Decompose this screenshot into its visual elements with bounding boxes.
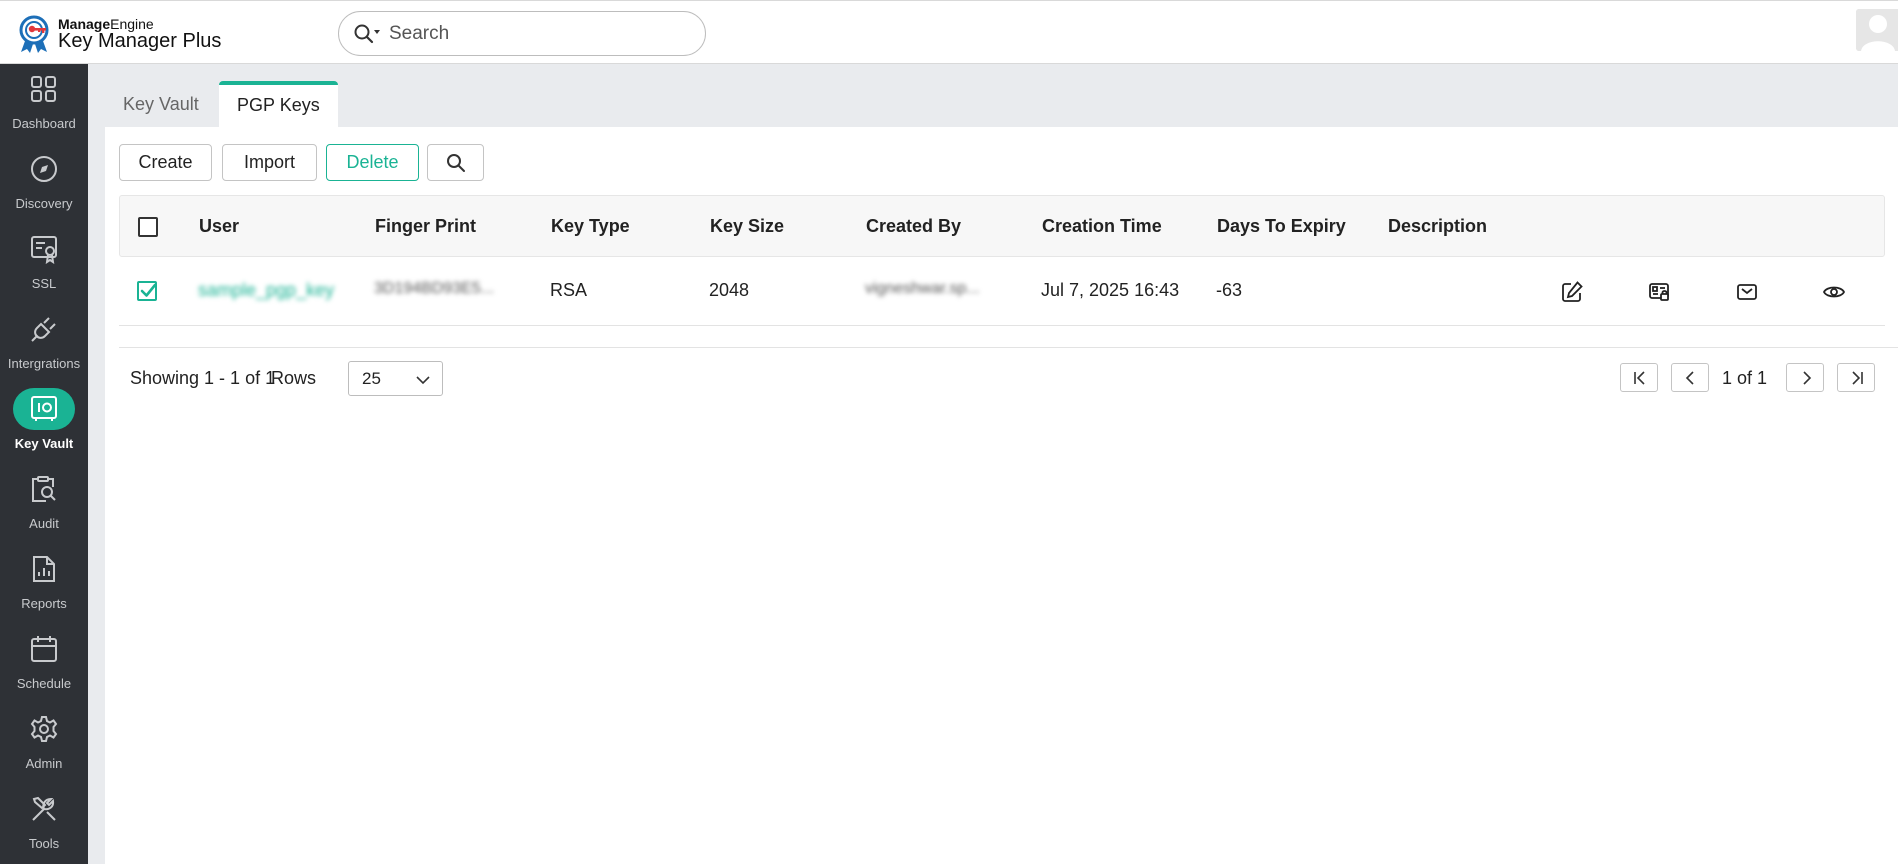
sidebar-item-label: Discovery (15, 196, 73, 211)
sidebar-item-audit[interactable]: Audit (0, 464, 88, 544)
column-header-fingerprint[interactable]: Finger Print (375, 216, 476, 237)
row-days-to-expiry: -63 (1216, 280, 1243, 300)
last-page-button[interactable] (1837, 363, 1875, 392)
key-manager-logo-icon (19, 15, 49, 53)
chevron-right-icon (1803, 371, 1812, 385)
plug-icon (31, 317, 56, 342)
sidebar-item-reports[interactable]: Reports (0, 544, 88, 624)
row-key-size: 2048 (709, 280, 750, 300)
sidebar-item-label: Admin (25, 756, 63, 771)
first-page-icon (1634, 371, 1645, 385)
top-header: ManageEngine Key Manager Plus (0, 0, 1898, 64)
showing-count: Showing 1 - 1 of 1 (130, 368, 276, 388)
previous-page-button[interactable] (1671, 363, 1709, 392)
sidebar-item-key-vault[interactable]: Key Vault (0, 384, 88, 464)
last-page-icon (1852, 371, 1863, 385)
product-name: Key Manager Plus (58, 30, 222, 52)
gear-icon (30, 716, 58, 742)
certificate-icon (31, 236, 57, 264)
row-checkbox[interactable] (137, 281, 157, 301)
calendar-icon (31, 636, 57, 662)
column-header-creation-time[interactable]: Creation Time (1042, 216, 1162, 237)
global-search[interactable] (338, 11, 706, 56)
user-avatar-icon (1856, 9, 1898, 51)
chevron-down-icon (416, 376, 430, 385)
sidebar-item-label: Intergrations (7, 356, 81, 371)
row-created-by: vigneshwar.sp... (865, 280, 980, 297)
tab-key-vault[interactable]: Key Vault (105, 81, 217, 127)
sidebar-item-dashboard[interactable]: Dashboard (0, 64, 88, 144)
column-header-description[interactable]: Description (1388, 216, 1487, 237)
column-header-key-size[interactable]: Key Size (710, 216, 784, 237)
grid-icon (31, 76, 56, 102)
avatar[interactable] (1856, 9, 1898, 51)
column-header-user[interactable]: User (199, 216, 239, 237)
sidebar-item-label: Tools (28, 836, 60, 851)
row-fingerprint: 3D194BD93E5... (374, 280, 495, 297)
row-user-link[interactable]: sample_pgp_key (198, 280, 334, 301)
sidebar-item-integrations[interactable]: Intergrations (0, 304, 88, 384)
search-icon (447, 154, 465, 172)
table-row[interactable]: sample_pgp_key 3D194BD93E5... RSA 2048 v… (119, 258, 1885, 326)
compass-icon (31, 156, 57, 182)
table-footer-divider (119, 347, 1898, 348)
mail-icon[interactable] (1735, 280, 1759, 304)
create-button[interactable]: Create (119, 144, 212, 181)
sidebar-item-ssl[interactable]: SSL (0, 224, 88, 304)
column-header-created-by[interactable]: Created By (866, 216, 961, 237)
row-creation-time: Jul 7, 2025 16:43 (1041, 280, 1180, 300)
sidebar-item-label: SSL (31, 276, 57, 291)
sidebar-item-label: Key Vault (14, 436, 74, 451)
column-header-key-type[interactable]: Key Type (551, 216, 630, 237)
sidebar-item-tools[interactable]: Tools (0, 784, 88, 864)
pgp-keys-panel: Create Import Delete User Finger Print K… (105, 127, 1898, 864)
first-page-button[interactable] (1620, 363, 1658, 392)
sidebar-item-discovery[interactable]: Discovery (0, 144, 88, 224)
rows-per-page-select[interactable]: 25 (348, 361, 443, 396)
table-header: User Finger Print Key Type Key Size Crea… (119, 195, 1885, 257)
sidebar-item-label: Reports (21, 596, 67, 611)
sidebar-item-label: Dashboard (12, 116, 76, 131)
report-icon (33, 556, 55, 582)
app-logo[interactable]: ManageEngine Key Manager Plus (17, 14, 221, 54)
rows-per-page-label: Rows (271, 368, 317, 388)
sidebar-item-label: Schedule (16, 676, 72, 691)
sidebar-nav: Dashboard Discovery SSL Intergrations Ke… (0, 64, 88, 864)
delete-button[interactable]: Delete (326, 144, 419, 181)
next-page-button[interactable] (1786, 363, 1824, 392)
search-icon[interactable] (353, 23, 381, 45)
tab-pgp-keys[interactable]: PGP Keys (219, 81, 338, 127)
search-input[interactable] (389, 12, 689, 55)
sidebar-item-schedule[interactable]: Schedule (0, 624, 88, 704)
tools-icon (32, 796, 56, 821)
vault-icon (31, 396, 57, 421)
key-certificate-icon[interactable] (1647, 280, 1671, 304)
table-search-button[interactable] (427, 144, 484, 181)
chevron-left-icon (1685, 371, 1694, 385)
column-header-days-to-expiry[interactable]: Days To Expiry (1217, 216, 1346, 237)
row-key-type: RSA (550, 280, 588, 300)
main-content: Key Vault PGP Keys Create Import Delete … (88, 64, 1898, 864)
sidebar-item-label: Audit (29, 516, 59, 531)
view-eye-icon[interactable] (1822, 280, 1846, 304)
page-indicator: 1 of 1 (1722, 368, 1768, 388)
select-all-checkbox[interactable] (138, 217, 158, 237)
audit-icon (32, 476, 56, 502)
edit-icon[interactable] (1560, 280, 1584, 304)
import-button[interactable]: Import (222, 144, 317, 181)
rows-per-page-value: 25 (362, 369, 381, 388)
checkmark-icon (140, 283, 157, 297)
sidebar-item-admin[interactable]: Admin (0, 704, 88, 784)
